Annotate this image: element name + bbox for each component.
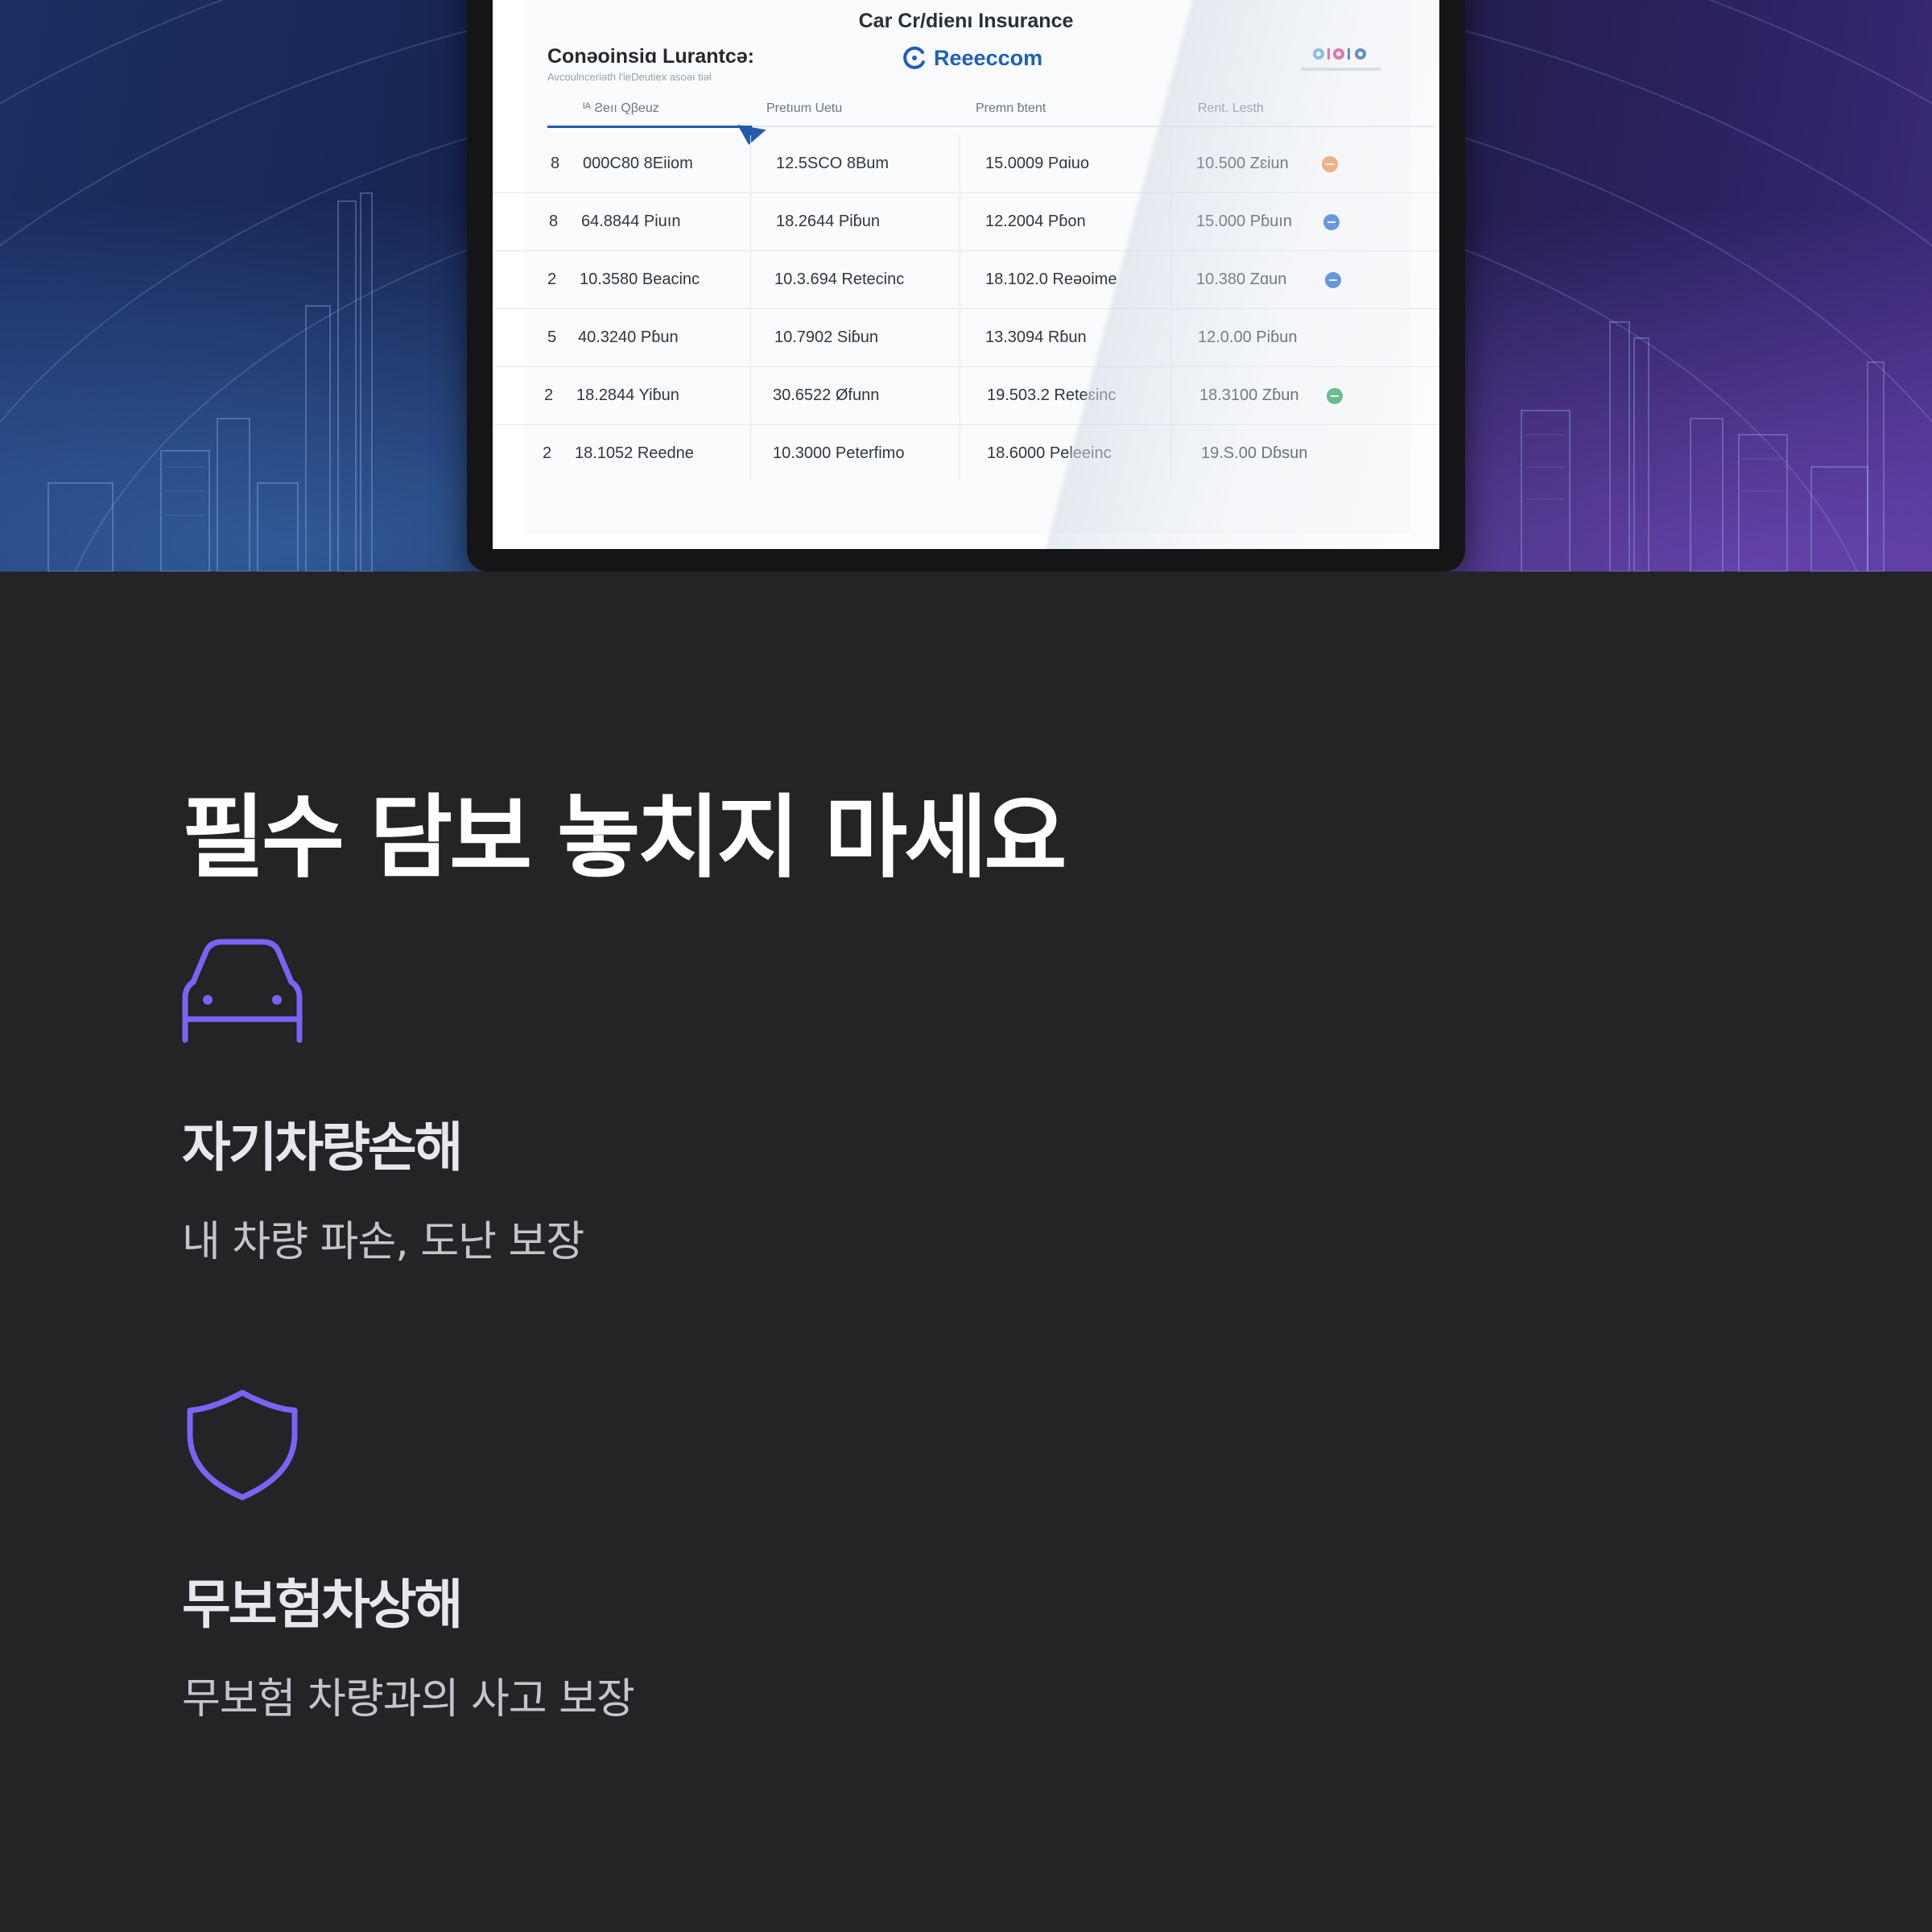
table-cell: 10.380 Zɑun — [1196, 270, 1287, 288]
column-divider — [750, 425, 751, 481]
table-cell: 18.1052 Reedne — [575, 444, 694, 462]
table-row: 2 10.3580 Beacinc 10.3.694 Retecinc 18.1… — [493, 251, 1439, 309]
column-divider — [1170, 135, 1171, 192]
table-cell: 18.6000 Peleeinc — [987, 444, 1112, 462]
company-subtitle: Avcoulnceriəth l'ieDeutiex asoəı tiəl — [547, 71, 712, 83]
table-cell: 13.3094 Rɓun — [985, 328, 1087, 346]
partner-logo-caption — [1301, 68, 1381, 71]
company-name: Conəoinsiɑ Lurantcə: — [547, 45, 754, 68]
column-divider — [750, 135, 751, 192]
table-cell: 15.0009 Pɑiuo — [985, 155, 1090, 172]
table-cell: 18.102.0 Reəoime — [985, 270, 1117, 288]
feature-title-own-vehicle: 자기차량손해 — [182, 1117, 463, 1179]
table-row: 2 18.1052 Reedne 10.3000 Peterfimo 18.60… — [493, 425, 1439, 482]
column-header: Pretıum Uetu — [766, 101, 843, 115]
tablet-device: Car Cr/dienı Insurance Conəoinsiɑ Lurant… — [467, 0, 1465, 572]
hero-banner: Car Cr/dienı Insurance Conəoinsiɑ Lurant… — [0, 0, 1932, 572]
screen-title: Car Cr/dienı Insurance — [858, 10, 1074, 32]
column-divider — [750, 367, 751, 423]
tablet-screen: Car Cr/dienı Insurance Conəoinsiɑ Lurant… — [493, 0, 1439, 549]
column-header: ᴵᴬ Ƨeıı Qβeuz — [583, 101, 659, 115]
row-number: 2 — [543, 444, 552, 462]
table-cell: 12.5SCO 8Bum — [776, 155, 890, 172]
table-cell: 19.503.2 Reteɛinc — [987, 386, 1117, 404]
table-row: 2 18.2844 Yiɓun 30.6522 Øfunn 19.503.2 R… — [493, 367, 1439, 425]
table-cell: 10.7902 Siɓun — [774, 328, 879, 346]
status-dot-icon — [1322, 156, 1338, 172]
column-divider — [750, 309, 751, 365]
status-dot-icon — [1323, 214, 1340, 230]
refresh-c-icon — [903, 46, 925, 69]
table-cell: 10.500 Zɛiun — [1196, 155, 1289, 172]
row-number: 8 — [551, 155, 560, 172]
table-cell: 15.000 Pɓuın — [1196, 213, 1292, 230]
table-header: ᴵᴬ Ƨeıı Qβeuz Pretıum Uetu Premn ƀtent R… — [493, 101, 1439, 121]
table-cell: 12.2004 Pɓon — [985, 213, 1086, 230]
car-icon — [182, 939, 303, 1043]
table-cell: 18.3100 Zɓun — [1199, 386, 1299, 404]
brand-logo: Reeeccom — [902, 45, 1042, 71]
table-cell: 18.2844 Yiɓun — [576, 386, 679, 404]
table-cell: 000C80 8Eiiom — [583, 155, 693, 172]
column-divider — [1170, 309, 1171, 365]
table-row: 8 000C80 8Eiiom 12.5SCO 8Bum 15.0009 Pɑi… — [493, 135, 1439, 193]
table-row: 5 40.3240 Pɓun 10.7902 Siɓun 13.3094 Rɓu… — [493, 309, 1439, 367]
row-number: 2 — [544, 386, 554, 404]
column-header: Rent. Lesth — [1198, 101, 1264, 115]
table-cell: 12.0.00 Piɓun — [1198, 328, 1298, 346]
feature-title-uninsured: 무보험차상해 — [182, 1574, 463, 1636]
table-cell: 10.3580 Beacinc — [580, 270, 700, 288]
brand-name: Reeeccom — [934, 45, 1043, 70]
column-header: Premn ƀtent — [976, 101, 1046, 115]
column-divider — [750, 193, 751, 250]
page-title: 필수 담보 놓치지 마세요 — [182, 786, 1067, 890]
premium-table-body: 8 000C80 8Eiiom 12.5SCO 8Bum 15.0009 Pɑi… — [493, 135, 1439, 482]
table-cell: 19.S.00 Dɓsun — [1201, 444, 1308, 462]
column-divider — [750, 251, 751, 308]
feature-description-uninsured: 무보험 차량과의 사고 보장 — [182, 1675, 635, 1724]
column-divider — [1170, 367, 1171, 423]
table-row: 8 64.8844 Piuın 18.2644 Piɓun 12.2004 Pɓ… — [493, 193, 1439, 251]
table-cell: 10.3000 Peterfimo — [773, 444, 905, 462]
column-divider — [1170, 251, 1171, 308]
status-dot-icon — [1325, 272, 1341, 288]
table-cell: 40.3240 Pɓun — [578, 328, 679, 346]
header-accent-line — [547, 126, 752, 128]
status-dot-icon — [1327, 388, 1343, 404]
table-cell: 30.6522 Øfunn — [773, 386, 880, 404]
row-number: 5 — [547, 328, 557, 346]
table-cell: 64.8844 Piuın — [581, 213, 681, 230]
row-number: 8 — [549, 213, 559, 230]
partner-logo-icon — [1313, 48, 1366, 60]
table-cell: 18.2644 Piɓun — [776, 213, 881, 230]
row-number: 2 — [547, 270, 557, 288]
shield-icon — [187, 1389, 298, 1501]
feature-description-own-vehicle: 내 차량 파손, 도난 보장 — [182, 1218, 584, 1266]
column-divider — [1170, 193, 1171, 250]
table-cell: 10.3.694 Retecinc — [774, 270, 905, 288]
column-divider — [1170, 425, 1171, 481]
